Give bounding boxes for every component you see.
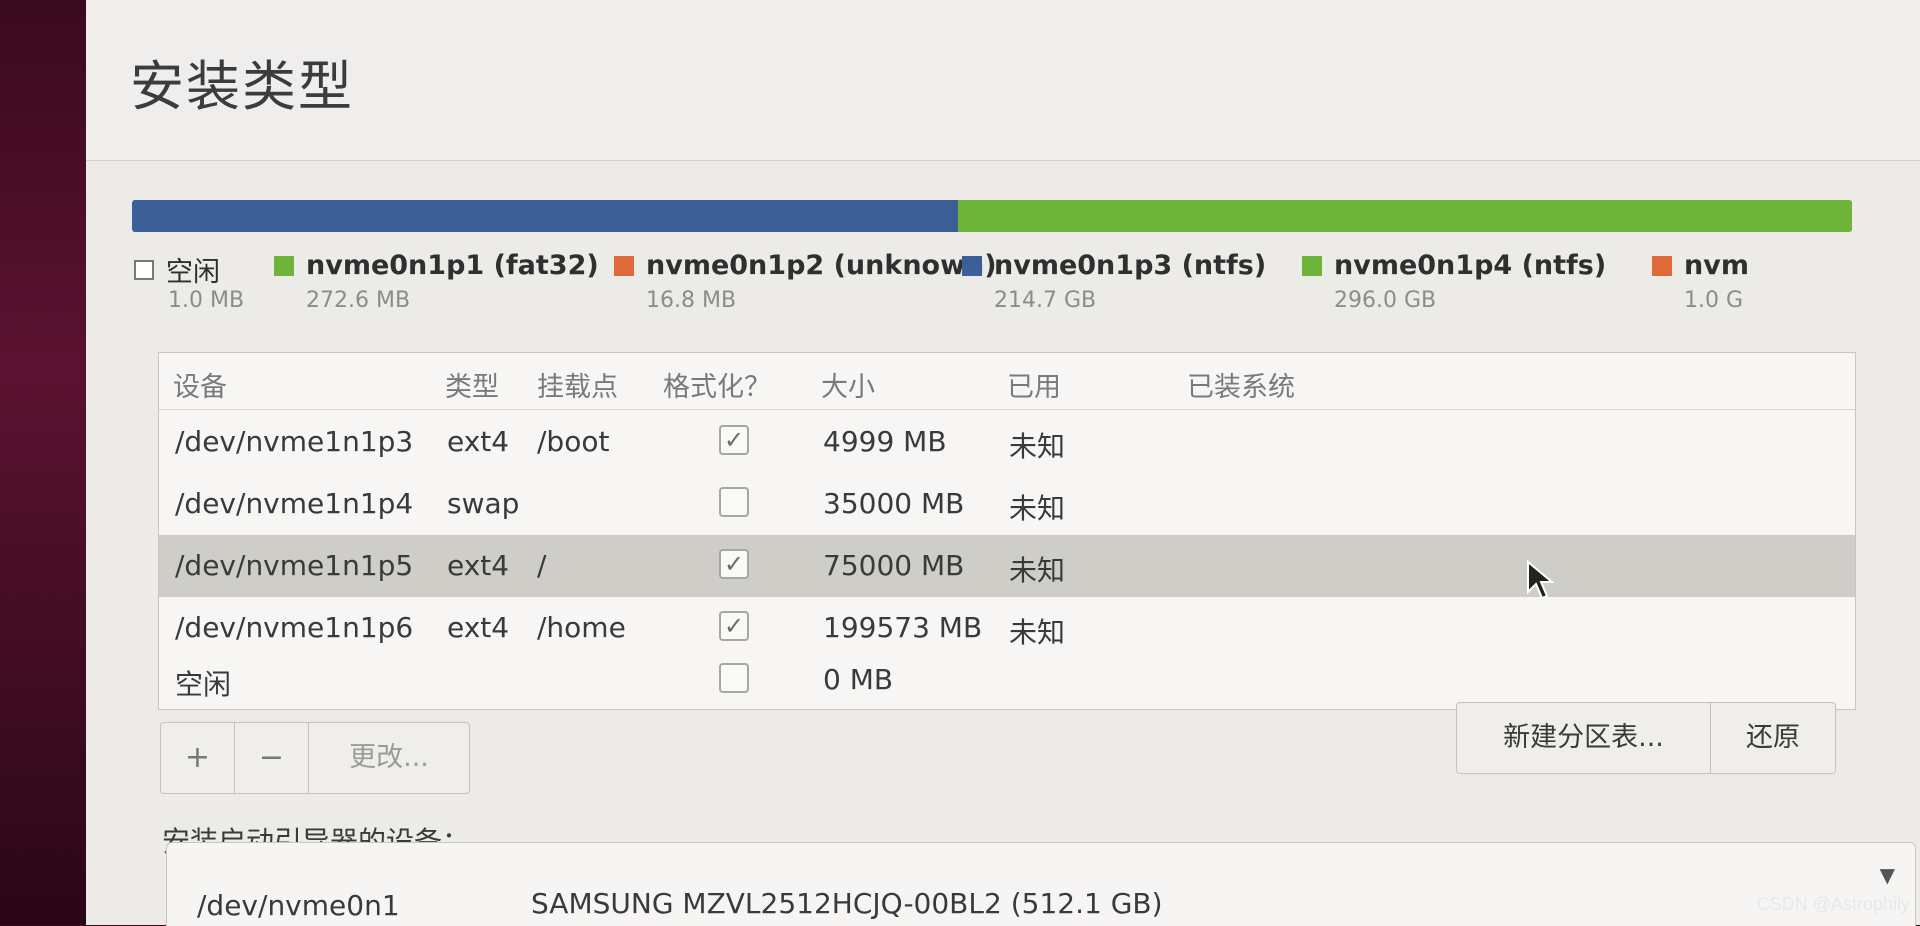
disk-bar-segment-green — [957, 200, 1852, 232]
legend-name: nvme0n1p3 (ntfs) — [994, 250, 1267, 281]
legend-size: 16.8 MB — [646, 288, 737, 313]
legend-size: 1.0 G — [1684, 288, 1744, 313]
revert-button[interactable]: 还原 — [1711, 703, 1835, 773]
installer-window: 安装类型 空闲 1.0 MB nvme0n1p1 (fat32) 272.6 M… — [86, 0, 1920, 926]
orange-swatch-icon — [614, 255, 634, 276]
cell-device: /dev/nvme1n1p4 — [175, 487, 414, 520]
cell-size: 4999 MB — [823, 425, 947, 458]
dropdown-arrow-icon: ▼ — [1879, 863, 1895, 887]
legend-item-free: 空闲 1.0 MB — [134, 250, 244, 313]
watermark: CSDN @Astrophily — [1756, 894, 1910, 914]
cell-size: 35000 MB — [823, 487, 965, 520]
cell-used: 未知 — [1009, 492, 1066, 525]
page-title: 安装类型 — [130, 55, 354, 118]
format-checkbox[interactable] — [719, 663, 749, 693]
cell-used: 未知 — [1009, 430, 1066, 463]
column-header-installed-os[interactable]: 已装系统 — [1187, 365, 1295, 404]
boot-loader-device-select[interactable]: /dev/nvme0n1 SAMSUNG MZVL2512HCJQ-00BL2 … — [166, 842, 1916, 926]
cell-type: ext4 — [447, 549, 510, 582]
legend-name: nvme0n1p1 (fat32) — [306, 250, 599, 281]
disk-usage-bar — [132, 200, 1852, 232]
column-header-mount[interactable]: 挂载点 — [537, 365, 618, 404]
table-row[interactable]: /dev/nvme1n1p3 ext4 /boot ✓ 4999 MB 未知 — [159, 411, 1855, 473]
legend-item-nvme0n1p1: nvme0n1p1 (fat32) 272.6 MB — [274, 250, 599, 313]
format-checkbox[interactable]: ✓ — [719, 425, 749, 455]
partition-table: 设备 类型 挂载点 格式化？ 大小 已用 已装系统 /dev/nvme1n1p3… — [158, 352, 1856, 710]
green-swatch-icon — [274, 255, 294, 276]
cell-type: swap — [447, 487, 520, 520]
legend-item-nvme0n1p3: nvme0n1p3 (ntfs) 214.7 GB — [962, 250, 1267, 313]
cell-size: 75000 MB — [823, 549, 965, 582]
orange-swatch-icon — [1652, 255, 1672, 276]
legend-name: 空闲 — [166, 257, 220, 288]
column-header-type[interactable]: 类型 — [445, 365, 499, 404]
legend-size: 272.6 MB — [306, 288, 411, 313]
cell-used: 未知 — [1009, 554, 1066, 587]
cell-used: 未知 — [1009, 616, 1066, 649]
legend-size: 1.0 MB — [168, 288, 245, 313]
legend-size: 214.7 GB — [994, 288, 1097, 313]
new-partition-table-button[interactable]: 新建分区表... — [1457, 703, 1711, 773]
free-space-swatch-icon — [134, 259, 154, 280]
blue-swatch-icon — [962, 255, 982, 276]
column-header-used[interactable]: 已用 — [1007, 365, 1061, 404]
cell-device: /dev/nvme1n1p5 — [175, 549, 414, 582]
legend-item-nvme0n1p4: nvme0n1p4 (ntfs) 296.0 GB — [1302, 250, 1607, 313]
partition-edit-buttons: + − 更改... — [160, 722, 470, 794]
change-partition-button[interactable]: 更改... — [309, 723, 469, 793]
cell-size: 0 MB — [823, 663, 894, 696]
format-checkbox[interactable]: ✓ — [719, 611, 749, 641]
cell-device: /dev/nvme1n1p3 — [175, 425, 414, 458]
partition-legend: 空闲 1.0 MB nvme0n1p1 (fat32) 272.6 MB nvm… — [134, 250, 1854, 340]
format-checkbox[interactable]: ✓ — [719, 549, 749, 579]
column-header-size[interactable]: 大小 — [821, 365, 875, 404]
cell-device: /dev/nvme1n1p6 — [175, 611, 414, 644]
mouse-cursor-icon — [1527, 560, 1554, 600]
cell-mount: / — [537, 549, 547, 582]
cell-mount: /boot — [537, 425, 610, 458]
table-action-buttons: 新建分区表... 还原 — [1456, 702, 1836, 774]
legend-name: nvme0n1p2 (unknown) — [646, 250, 997, 281]
format-checkbox[interactable] — [719, 487, 749, 517]
column-header-device[interactable]: 设备 — [173, 365, 227, 404]
cell-type: ext4 — [447, 425, 510, 458]
add-partition-button[interactable]: + — [161, 723, 235, 793]
legend-size: 296.0 GB — [1334, 288, 1437, 313]
cell-mount: /home — [537, 611, 626, 644]
cell-type: ext4 — [447, 611, 510, 644]
cell-device: 空闲 — [175, 668, 232, 701]
table-row-selected[interactable]: /dev/nvme1n1p5 ext4 / ✓ 75000 MB 未知 — [159, 535, 1855, 597]
cell-size: 199573 MB — [823, 611, 983, 644]
table-row[interactable]: /dev/nvme1n1p4 swap 35000 MB 未知 — [159, 473, 1855, 535]
remove-partition-button[interactable]: − — [235, 723, 309, 793]
header: 安装类型 — [86, 0, 1920, 161]
boot-device-path: /dev/nvme0n1 — [197, 889, 400, 922]
column-header-format[interactable]: 格式化？ — [663, 365, 771, 404]
table-header: 设备 类型 挂载点 格式化？ 大小 已用 已装系统 — [159, 353, 1855, 410]
green-swatch-icon — [1302, 255, 1322, 276]
legend-item-nvme0n1p2: nvme0n1p2 (unknown) 16.8 MB — [614, 250, 997, 313]
disk-bar-segment-blue — [132, 200, 958, 232]
legend-name: nvm — [1684, 250, 1749, 281]
legend-item-nvm: nvm 1.0 G — [1652, 250, 1749, 313]
legend-name: nvme0n1p4 (ntfs) — [1334, 250, 1607, 281]
boot-device-model: SAMSUNG MZVL2512HCJQ-00BL2 (512.1 GB) — [531, 887, 1163, 920]
